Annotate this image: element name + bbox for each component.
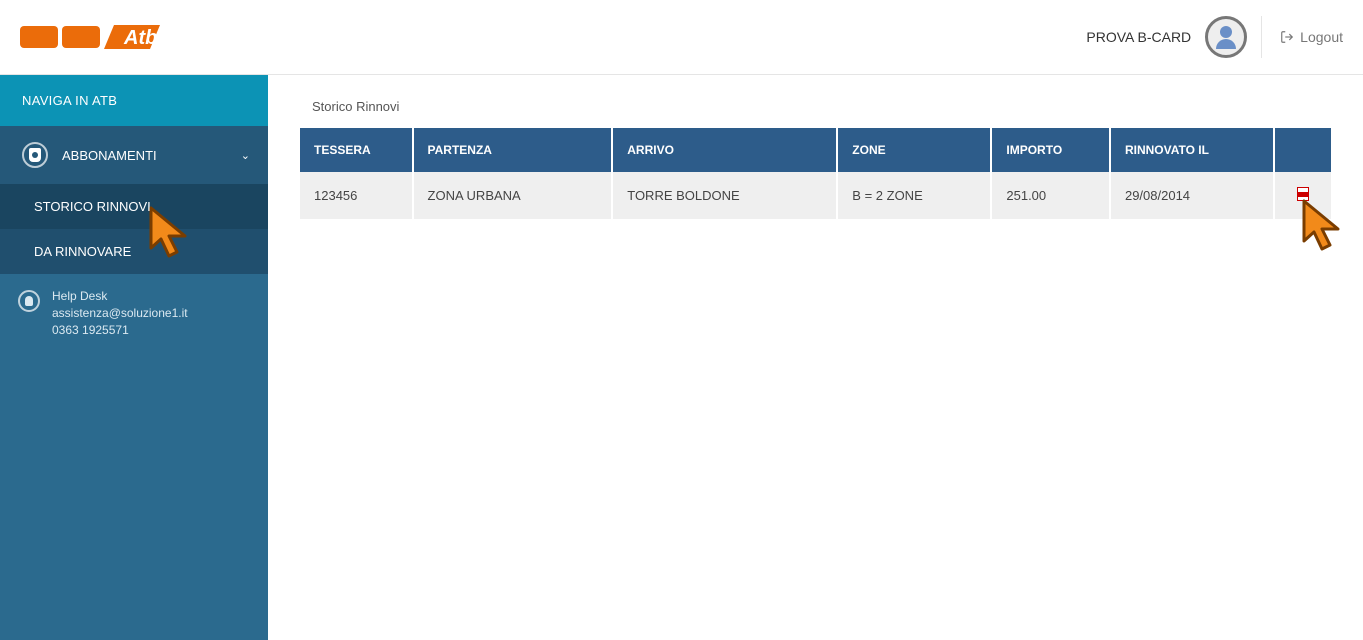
sidebar-item-abbonamenti[interactable]: ABBONAMENTI ⌄	[0, 126, 268, 184]
logout-label: Logout	[1300, 29, 1343, 45]
cell-arrivo: TORRE BOLDONE	[613, 172, 836, 219]
col-header-zone[interactable]: ZONE	[838, 128, 990, 172]
sidebar-item-da-rinnovare[interactable]: DA RINNOVARE	[0, 229, 268, 274]
col-header-tessera[interactable]: TESSERA	[300, 128, 412, 172]
col-header-arrivo[interactable]: ARRIVO	[613, 128, 836, 172]
col-header-partenza[interactable]: PARTENZA	[414, 128, 612, 172]
helpdesk-title: Help Desk	[52, 288, 188, 305]
main-content: Storico Rinnovi TESSERA PARTENZA ARRIVO …	[268, 75, 1363, 640]
table-row: 123456 ZONA URBANA TORRE BOLDONE B = 2 Z…	[300, 172, 1331, 219]
pdf-download-icon[interactable]	[1297, 187, 1309, 201]
logo-slash-icon: Atb	[104, 25, 160, 49]
col-header-action	[1275, 128, 1331, 172]
helpdesk-email[interactable]: assistenza@soluzione1.it	[52, 305, 188, 322]
page-title: Storico Rinnovi	[312, 99, 1333, 114]
logout-icon	[1280, 30, 1294, 44]
bell-icon	[18, 290, 40, 312]
cell-tessera: 123456	[300, 172, 412, 219]
ticket-icon	[22, 142, 48, 168]
col-header-rinnovato[interactable]: RINNOVATO IL	[1111, 128, 1273, 172]
cell-zone: B = 2 ZONE	[838, 172, 990, 219]
svg-text:Atb: Atb	[123, 27, 157, 49]
sidebar-item-label: ABBONAMENTI	[62, 148, 157, 163]
sidebar: NAVIGA IN ATB ABBONAMENTI ⌄ STORICO RINN…	[0, 75, 268, 640]
col-header-importo[interactable]: IMPORTO	[992, 128, 1109, 172]
logout-button[interactable]: Logout	[1261, 16, 1343, 58]
cell-action	[1275, 172, 1331, 219]
sidebar-item-storico-rinnovi[interactable]: STORICO RINNOVI	[0, 184, 268, 229]
rinnovi-table: TESSERA PARTENZA ARRIVO ZONE IMPORTO RIN…	[298, 128, 1333, 219]
logo-block	[20, 26, 58, 48]
cell-partenza: ZONA URBANA	[414, 172, 612, 219]
sidebar-nav-title: NAVIGA IN ATB	[0, 75, 268, 126]
helpdesk-phone: 0363 1925571	[52, 322, 188, 339]
app-header: Atb PROVA B-CARD Logout	[0, 0, 1363, 75]
header-right: PROVA B-CARD Logout	[1086, 16, 1343, 58]
avatar-icon[interactable]	[1205, 16, 1247, 58]
logo-block	[62, 26, 100, 48]
atb-logo: Atb	[20, 25, 160, 49]
sidebar-item-label: DA RINNOVARE	[34, 244, 131, 259]
username-label: PROVA B-CARD	[1086, 29, 1191, 45]
sidebar-item-label: STORICO RINNOVI	[34, 199, 151, 214]
helpdesk-block: Help Desk assistenza@soluzione1.it 0363 …	[0, 274, 268, 352]
cell-rinnovato: 29/08/2014	[1111, 172, 1273, 219]
sidebar-submenu: STORICO RINNOVI DA RINNOVARE	[0, 184, 268, 274]
cell-importo: 251.00	[992, 172, 1109, 219]
chevron-down-icon: ⌄	[241, 149, 250, 162]
